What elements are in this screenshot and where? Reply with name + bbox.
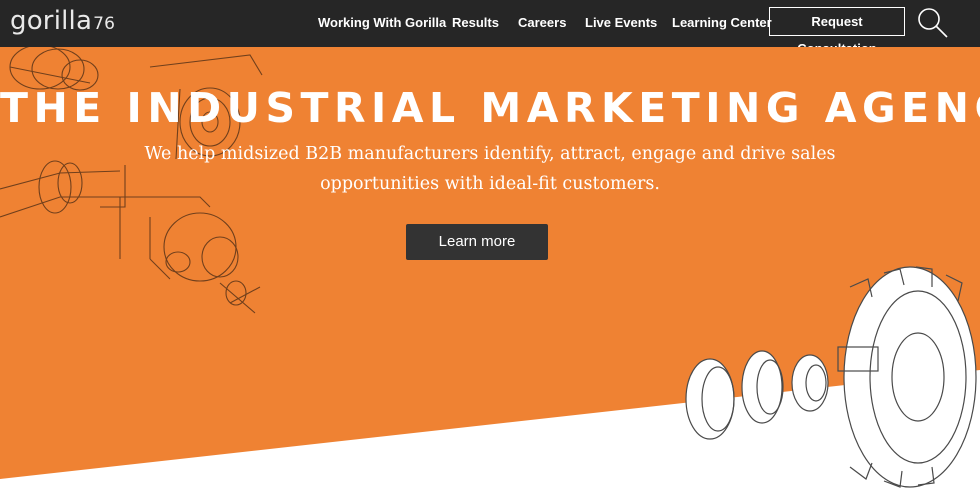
search-icon — [918, 8, 948, 38]
gorilla76-logo[interactable]: gorilla76 — [10, 6, 115, 36]
hero-headline: THE INDUSTRIAL MARKETING AGENCY — [0, 84, 980, 132]
request-consultation-button[interactable]: Request Consultation — [769, 7, 905, 56]
hero-subline-2: opportunities with ideal-fit customers. — [320, 174, 660, 194]
nav-learning-center[interactable]: Learning Center — [672, 15, 772, 30]
logo-text: gorilla — [10, 6, 93, 36]
search-button[interactable] — [916, 6, 950, 40]
nav-results[interactable]: Results — [452, 15, 499, 30]
nav-working-with-gorilla[interactable]: Working With Gorilla — [318, 15, 446, 30]
nav-live-events[interactable]: Live Events — [585, 15, 657, 30]
nav-careers[interactable]: Careers — [518, 15, 566, 30]
top-navigation-bar: gorilla76 Working With Gorilla Results C… — [0, 0, 980, 56]
learn-more-button[interactable]: Learn more — [406, 224, 548, 260]
hero-subline-1: We help midsized B2B manufacturers ident… — [144, 144, 836, 164]
logo-number: 76 — [93, 14, 116, 34]
hero-section: THE INDUSTRIAL MARKETING AGENCY We help … — [0, 47, 980, 499]
